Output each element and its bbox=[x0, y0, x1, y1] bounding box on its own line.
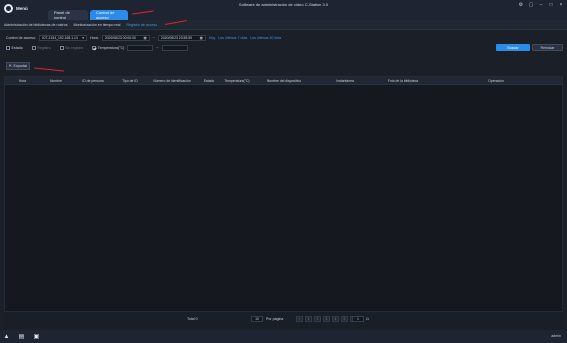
today-link[interactable]: Hoy bbox=[209, 36, 215, 40]
date-separator: ~ bbox=[152, 35, 155, 40]
minimize-icon[interactable]: – bbox=[538, 2, 544, 8]
column-header[interactable]: Foto de la biblioteca bbox=[376, 79, 430, 83]
status-icons: ▲ ▤ ▣ bbox=[3, 333, 40, 341]
sub-tabs: Administración de bibliotecas de rostros… bbox=[0, 20, 567, 30]
subtab-realtime-monitoring[interactable]: Monitorización en tiempo real bbox=[74, 23, 121, 27]
column-header[interactable]: Nombre bbox=[40, 79, 72, 83]
column-header[interactable]: Número de identificación bbox=[146, 79, 198, 83]
column-header[interactable]: Instantánea bbox=[314, 79, 376, 83]
calendar-icon: ▦ bbox=[199, 35, 203, 40]
unregistered-option[interactable]: Sin registro bbox=[59, 45, 84, 50]
checkbox-icon bbox=[6, 45, 10, 50]
unregistered-label: Sin registro bbox=[65, 45, 84, 50]
filter-panel: Control de acceso: IOT-2154_192.168.1.13… bbox=[4, 33, 563, 55]
column-header[interactable]: Temperatura(°C) bbox=[220, 79, 254, 83]
search-button[interactable]: Buscar bbox=[496, 44, 530, 51]
close-icon[interactable]: × bbox=[558, 2, 564, 8]
settings-icon[interactable]: ⚙ bbox=[518, 2, 524, 8]
pagination-bar: Total 0 10 Por página < 1 2 3 4 5 > 1 /1 bbox=[4, 312, 563, 328]
access-log-table: Hora Nombre ID de persona Tipo de ID Núm… bbox=[4, 76, 563, 312]
last-30-days-link[interactable]: Los últimos 30 días bbox=[250, 36, 281, 40]
lock-icon[interactable]: ▢ bbox=[528, 2, 534, 8]
page-button[interactable]: 3 bbox=[323, 316, 330, 322]
log-icon[interactable]: ▤ bbox=[18, 333, 25, 340]
page-size-select[interactable]: 10 bbox=[251, 316, 263, 322]
column-header[interactable]: Operación bbox=[430, 79, 562, 83]
export-label: Exportar bbox=[13, 64, 28, 68]
tab-dashboard[interactable]: Panel de control bbox=[48, 10, 88, 20]
tab-access-control[interactable]: Control de acceso bbox=[90, 10, 128, 20]
date-to-value: 2020/08/23 23:59:59 bbox=[160, 35, 192, 40]
temperature-min-field[interactable] bbox=[127, 44, 154, 51]
current-user: admin bbox=[551, 334, 561, 338]
page-button[interactable]: 1 bbox=[305, 316, 312, 322]
time-label: Hora: bbox=[89, 35, 99, 40]
reset-button[interactable]: Reiniciar bbox=[532, 44, 563, 51]
chevron-down-icon: ▾ bbox=[82, 35, 84, 40]
column-header[interactable]: Estado bbox=[198, 79, 220, 83]
checkbox-icon bbox=[31, 45, 36, 50]
date-from-field[interactable]: 2020/08/23 00:00:00 ▦ bbox=[101, 34, 150, 41]
status-bar: ▲ ▤ ▣ admin bbox=[0, 330, 567, 343]
column-header[interactable]: Nombre del dispositivo bbox=[254, 79, 314, 83]
prev-page-button[interactable]: < bbox=[296, 316, 303, 322]
registered-option[interactable]: Registro bbox=[31, 45, 51, 50]
column-header[interactable]: Tipo de ID bbox=[114, 79, 146, 83]
temperature-label: Temperatura(°C) bbox=[97, 45, 125, 50]
subtab-face-library[interactable]: Administración de bibliotecas de rostros bbox=[4, 23, 68, 27]
subtab-access-log[interactable]: Registro de acceso bbox=[126, 23, 157, 27]
temperature-checkbox[interactable]: Temperatura(°C) bbox=[92, 45, 125, 50]
filter-row-1: Control de acceso: IOT-2154_192.168.1.13… bbox=[6, 34, 281, 41]
column-header[interactable]: ID de persona bbox=[72, 79, 114, 83]
last-7-days-link[interactable]: Los últimos 7 días bbox=[218, 36, 247, 40]
pager: < 1 2 3 4 5 > bbox=[296, 316, 357, 322]
access-control-label: Control de acceso: bbox=[6, 35, 36, 40]
app-title: Software de administración de vídeo C-St… bbox=[238, 2, 329, 7]
goto-page: 1 /1 bbox=[352, 316, 369, 322]
checkbox-icon bbox=[59, 45, 64, 50]
state-label: Estado bbox=[11, 45, 23, 50]
temperature-separator: ~ bbox=[156, 45, 159, 50]
calendar-icon: ▦ bbox=[143, 35, 147, 40]
alarm-icon[interactable]: ▲ bbox=[3, 333, 10, 340]
page-button[interactable]: 5 bbox=[341, 316, 348, 322]
page-button[interactable]: 2 bbox=[314, 316, 321, 322]
filter-row-2: Estado Registro Sin registro Temperatura… bbox=[6, 44, 188, 51]
title-bar: Menú Software de administración de vídeo… bbox=[0, 0, 567, 20]
total-pages-label: /1 bbox=[366, 317, 369, 321]
date-from-value: 2020/08/23 00:00:00 bbox=[104, 35, 136, 40]
state-checkbox[interactable]: Estado bbox=[6, 45, 23, 50]
checkbox-checked-icon bbox=[92, 45, 97, 50]
page-size-control: 10 Por página bbox=[251, 316, 283, 322]
temperature-max-field[interactable] bbox=[161, 44, 188, 51]
export-button[interactable]: ⇱ Exportar bbox=[6, 62, 30, 70]
window-controls: ⚙ ▢ – □ × bbox=[518, 2, 564, 8]
goto-page-input[interactable]: 1 bbox=[352, 316, 364, 322]
per-page-label: Por página bbox=[266, 317, 284, 321]
main-tabs: Panel de control Control de acceso bbox=[48, 10, 130, 20]
registered-label: Registro bbox=[37, 45, 51, 50]
table-header: Hora Nombre ID de persona Tipo de ID Núm… bbox=[5, 77, 562, 85]
export-icon: ⇱ bbox=[8, 64, 12, 68]
column-header[interactable]: Hora bbox=[5, 79, 40, 83]
maximize-icon[interactable]: □ bbox=[548, 2, 554, 8]
date-to-field[interactable]: 2020/08/23 23:59:59 ▦ bbox=[157, 34, 206, 41]
page-button[interactable]: 4 bbox=[332, 316, 339, 322]
record-icon[interactable]: ▣ bbox=[33, 333, 40, 340]
access-control-select[interactable]: IOT-2154_192.168.1.13 ▾ bbox=[38, 34, 87, 41]
total-count: Total 0 bbox=[187, 317, 198, 321]
annotation-mark bbox=[34, 67, 64, 72]
access-control-value: IOT-2154_192.168.1.13 bbox=[41, 35, 78, 40]
